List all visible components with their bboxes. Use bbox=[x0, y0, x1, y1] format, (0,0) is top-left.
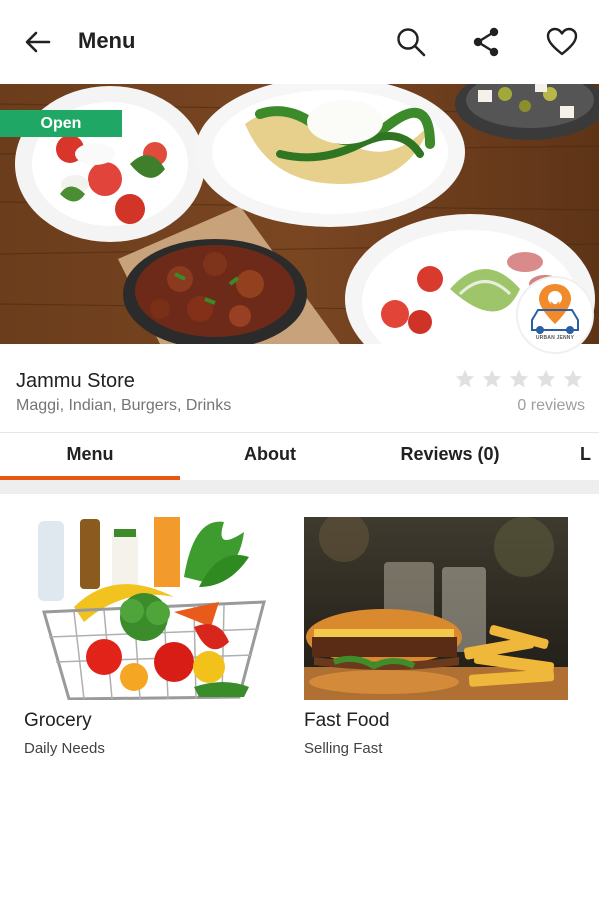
search-button[interactable] bbox=[393, 24, 429, 60]
status-badge: Open bbox=[0, 110, 122, 137]
category-name: Fast Food bbox=[304, 710, 390, 731]
page-title: Menu bbox=[78, 28, 136, 53]
star-icon bbox=[536, 369, 556, 388]
arrow-back-icon bbox=[25, 31, 51, 53]
fast-food-image bbox=[304, 517, 568, 700]
store-logo: URBAN JENNY bbox=[516, 276, 594, 354]
search-icon bbox=[397, 28, 426, 57]
category-name: Grocery bbox=[24, 710, 92, 731]
store-categories: Maggi, Indian, Burgers, Drinks bbox=[16, 397, 232, 414]
star-icon bbox=[563, 369, 583, 388]
favorite-button[interactable] bbox=[544, 24, 580, 60]
store-name: Jammu Store bbox=[16, 370, 135, 392]
tab-bar: Menu About Reviews (0) L bbox=[0, 432, 599, 480]
back-button[interactable] bbox=[20, 24, 56, 60]
tab-reviews[interactable]: Reviews (0) bbox=[360, 433, 540, 479]
share-icon bbox=[473, 27, 499, 57]
star-icon bbox=[509, 369, 529, 388]
app-bar: Menu bbox=[0, 0, 599, 84]
tab-partial[interactable]: L bbox=[580, 433, 599, 479]
category-subtitle: Selling Fast bbox=[304, 740, 383, 757]
share-button[interactable] bbox=[469, 24, 505, 60]
divider bbox=[0, 480, 599, 494]
category-card-fast-food[interactable]: Fast Food Selling Fast bbox=[304, 517, 568, 757]
heart-icon bbox=[546, 27, 578, 56]
grocery-image bbox=[24, 517, 288, 700]
logo-text: URBAN JENNY bbox=[535, 335, 575, 341]
category-card-grocery[interactable]: Grocery Daily Needs bbox=[24, 517, 288, 757]
tab-menu[interactable]: Menu bbox=[0, 433, 180, 479]
star-icon bbox=[455, 369, 475, 388]
reviews-count: 0 reviews bbox=[517, 397, 585, 414]
rating-stars bbox=[454, 368, 584, 390]
category-subtitle: Daily Needs bbox=[24, 740, 105, 757]
star-icon bbox=[482, 369, 502, 388]
tab-about[interactable]: About bbox=[180, 433, 360, 479]
